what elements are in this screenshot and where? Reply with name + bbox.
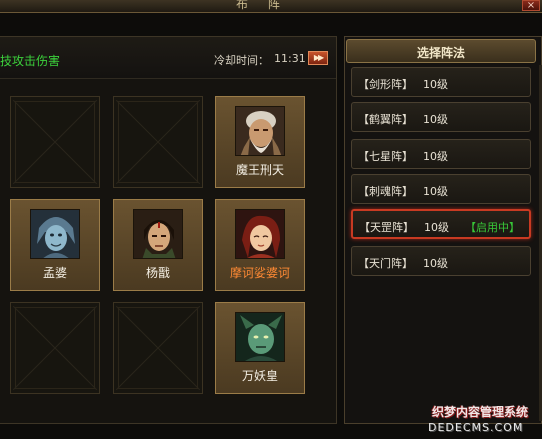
- grid-slot-1[interactable]: [10, 96, 100, 188]
- formation-name: 【天门阵】: [358, 257, 413, 270]
- yangjian-portrait: [133, 209, 183, 259]
- mohe-portrait: [235, 209, 285, 259]
- formation-item-heyi[interactable]: 【鹤翼阵】 10级: [351, 102, 531, 132]
- formation-list-header: 选择阵法: [346, 39, 536, 63]
- grid-slot-8[interactable]: [113, 302, 203, 394]
- formation-name: 【天罡阵】: [359, 221, 414, 234]
- hero-name: 杨戬: [145, 266, 170, 280]
- formation-level: 10级: [423, 113, 448, 126]
- formation-level: 10级: [423, 185, 448, 198]
- grid-slot-9[interactable]: 万妖皇: [215, 302, 305, 394]
- skill-effect-text: 技攻击伤害: [0, 54, 61, 68]
- grid-slot-7[interactable]: [10, 302, 100, 394]
- window-title: 布 阵: [236, 0, 288, 11]
- mengpo-portrait: [30, 209, 80, 259]
- formation-level: 10级: [424, 221, 449, 234]
- formation-item-tiangang[interactable]: 【天罡阵】 10级 【启用中】: [351, 209, 531, 239]
- formation-item-jianxing[interactable]: 【剑形阵】 10级: [351, 67, 531, 97]
- wanyaohuang-portrait: [235, 312, 285, 362]
- formation-list-title: 选择阵法: [416, 46, 465, 60]
- formation-level: 10级: [423, 78, 448, 91]
- fast-forward-button[interactable]: ▶▶: [308, 51, 328, 65]
- formation-item-tianmen[interactable]: 【天门阵】 10级: [351, 246, 531, 276]
- hero-name: 摩诃娑婆诃: [229, 266, 290, 280]
- formation-active-badge: 【启用中】: [465, 221, 520, 234]
- grid-header: 技攻击伤害 冷却时间： 11:31 ▶▶: [0, 37, 336, 79]
- window-title-bar: 布 阵 ×: [0, 0, 542, 13]
- watermark-line1: 织梦内容管理系统: [432, 405, 529, 419]
- xingtian-portrait: [235, 106, 285, 156]
- watermark: 织梦内容管理系统 DEDECMS.COM: [424, 403, 542, 439]
- formation-grid-panel: 技攻击伤害 冷却时间： 11:31 ▶▶ 魔王刑天 孟婆 杨戬 摩诃娑婆诃 万妖…: [0, 36, 337, 424]
- grid-slot-3[interactable]: 魔王刑天: [215, 96, 305, 188]
- hero-name: 万妖皇: [241, 369, 278, 383]
- formation-name: 【刺魂阵】: [358, 185, 413, 198]
- formation-level: 10级: [423, 150, 448, 163]
- formation-item-cihun[interactable]: 【刺魂阵】 10级: [351, 174, 531, 204]
- formation-name: 【剑形阵】: [358, 78, 413, 91]
- formation-level: 10级: [423, 257, 448, 270]
- close-button[interactable]: ×: [522, 0, 540, 11]
- grid-slot-4[interactable]: 孟婆: [10, 199, 100, 291]
- hero-name: 孟婆: [42, 266, 67, 280]
- formation-list-panel: 选择阵法 【剑形阵】 10级 【鹤翼阵】 10级 【七星阵】 10级 【刺魂阵】…: [344, 36, 542, 424]
- formation-name: 【七星阵】: [358, 150, 413, 163]
- cooldown-label: 冷却时间：: [214, 54, 269, 67]
- formation-name: 【鹤翼阵】: [358, 113, 413, 126]
- hero-name: 魔王刑天: [235, 163, 284, 177]
- watermark-line2: DEDECMS.COM: [428, 421, 524, 434]
- grid-slot-2[interactable]: [113, 96, 203, 188]
- cooldown-timer: 11:31: [274, 52, 306, 65]
- grid-slot-5[interactable]: 杨戬: [113, 199, 203, 291]
- formation-item-qixing[interactable]: 【七星阵】 10级: [351, 139, 531, 169]
- grid-slot-6[interactable]: 摩诃娑婆诃: [215, 199, 305, 291]
